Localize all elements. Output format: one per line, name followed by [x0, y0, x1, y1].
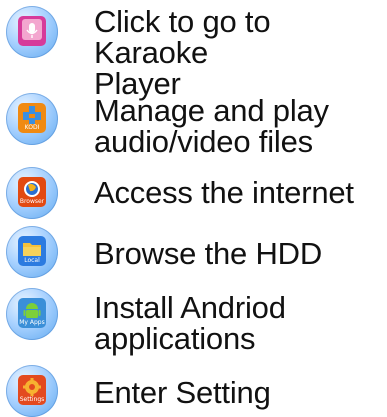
local-app-button[interactable]: Local — [6, 226, 58, 278]
kodi-app-button[interactable]: KODI — [6, 93, 58, 145]
settings-description: Enter Setting — [94, 375, 271, 410]
local-label: Local — [24, 257, 40, 264]
my-apps-label: My Apps — [19, 319, 45, 326]
karaoke-app-button[interactable] — [6, 6, 58, 58]
browser-icon: Browser — [18, 177, 46, 207]
kodi-icon: KODI — [18, 103, 46, 133]
browser-description: Access the internet — [94, 175, 354, 210]
microphone-icon — [18, 16, 46, 46]
kodi-description: Manage and play audio/video files — [94, 93, 329, 159]
settings-icon: Settings — [18, 375, 46, 405]
browser-label: Browser — [19, 198, 45, 205]
local-description: Browse the HDD — [94, 236, 323, 271]
karaoke-description: Click to go to Karaoke Player — [94, 4, 271, 101]
settings-app-button[interactable]: Settings — [6, 365, 58, 417]
settings-label: Settings — [19, 396, 45, 403]
my-apps-button[interactable]: My Apps — [6, 288, 58, 340]
kodi-label: KODI — [24, 124, 40, 131]
my-apps-description: Install Andriod applications — [94, 290, 286, 356]
android-icon: My Apps — [18, 298, 46, 328]
browser-app-button[interactable]: Browser — [6, 167, 58, 219]
folder-icon: Local — [18, 236, 46, 266]
